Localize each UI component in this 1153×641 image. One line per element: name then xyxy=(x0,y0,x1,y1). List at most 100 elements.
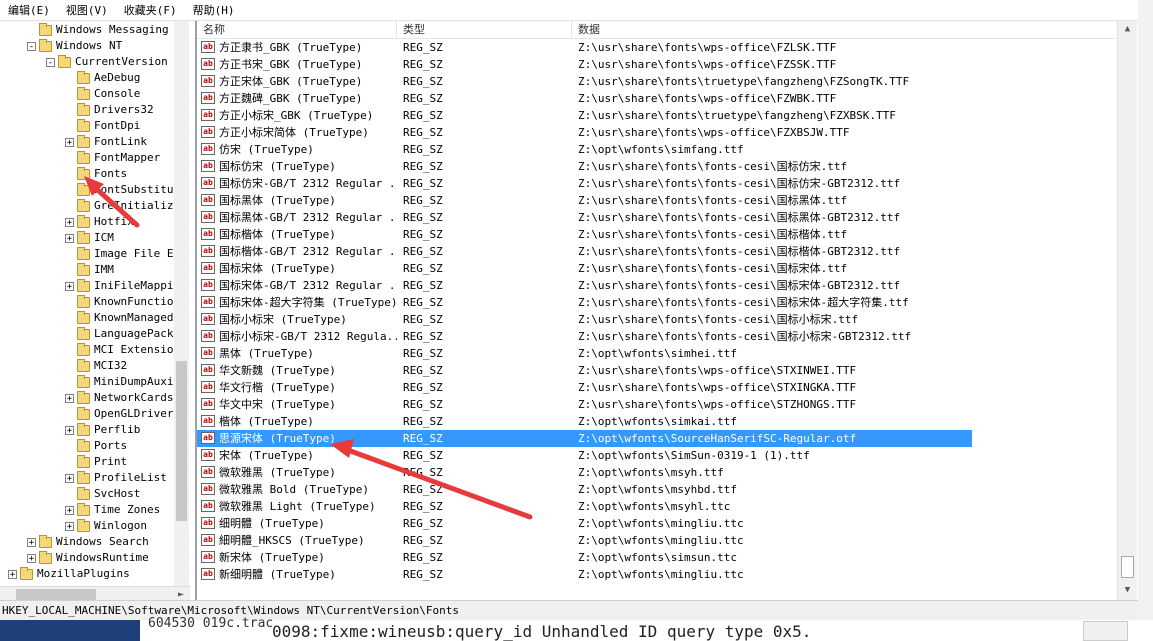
tree-item[interactable]: + Time Zones xyxy=(65,502,160,518)
tree-item[interactable]: MCI Extension xyxy=(65,342,180,358)
tree-item[interactable]: KnownFunction xyxy=(65,294,180,310)
expand-icon[interactable]: + xyxy=(65,281,74,291)
tree-item[interactable]: Image File Ex xyxy=(65,246,180,262)
tree-item[interactable]: SvcHost xyxy=(65,486,140,502)
tree-item[interactable]: GreInitializ xyxy=(65,198,173,214)
tree-item[interactable]: Console xyxy=(65,86,140,102)
value-row[interactable]: ab 国标宋体-超大字符集 (TrueType) REG_SZ Z:\usr\shar… xyxy=(197,294,972,311)
tree-item[interactable]: Drivers32 xyxy=(65,102,154,118)
expand-icon[interactable]: + xyxy=(65,473,74,483)
menu-edit[interactable]: 编辑(E) xyxy=(0,2,58,18)
tree-item[interactable]: + ProfileList xyxy=(65,470,167,486)
value-row[interactable]: ab 方正小标宋_GBK (TrueType) REG_SZ Z:\usr\share… xyxy=(197,107,972,124)
value-row[interactable]: ab 方正书宋_GBK (TrueType) REG_SZ Z:\usr\share\… xyxy=(197,56,972,73)
expand-icon[interactable]: + xyxy=(27,537,36,547)
column-data-header[interactable]: 数据 xyxy=(572,21,1117,38)
value-row[interactable]: ab 新宋体 (TrueType) REG_SZ Z:\opt\wfonts\sims… xyxy=(197,549,972,566)
value-row[interactable]: ab 方正宋体_GBK (TrueType) REG_SZ Z:\usr\share\… xyxy=(197,73,972,90)
tree-item[interactable]: - CurrentVersion xyxy=(46,54,168,70)
value-row[interactable]: ab 仿宋 (TrueType) REG_SZ Z:\opt\wfonts\simfa… xyxy=(197,141,972,158)
tree-item[interactable]: IMM xyxy=(65,262,114,278)
tree-item[interactable]: + FontLink xyxy=(65,134,147,150)
expand-icon[interactable]: + xyxy=(8,569,17,579)
expand-icon[interactable]: + xyxy=(65,137,74,147)
menu-help[interactable]: 帮助(H) xyxy=(185,2,243,18)
column-name-header[interactable]: 名称 xyxy=(197,21,397,38)
tree-item[interactable]: Windows Messaging S xyxy=(27,22,182,38)
list-scroll-thumb[interactable] xyxy=(1121,556,1134,578)
value-row[interactable]: ab 国标黑体 (TrueType) REG_SZ Z:\usr\share\font… xyxy=(197,192,972,209)
value-row[interactable]: ab 细明體 (TrueType) REG_SZ Z:\opt\wfonts\ming… xyxy=(197,515,972,532)
tree-item[interactable]: FontSubstitut xyxy=(65,182,180,198)
value-row[interactable]: ab 华文新魏 (TrueType) REG_SZ Z:\usr\share\font… xyxy=(197,362,972,379)
tree-item[interactable]: + Perflib xyxy=(65,422,140,438)
tree-item[interactable]: AeDebug xyxy=(65,70,140,86)
value-row[interactable]: ab 楷体 (TrueType) REG_SZ Z:\opt\wfonts\simka… xyxy=(197,413,972,430)
value-row[interactable]: ab 国标楷体 (TrueType) REG_SZ Z:\usr\share\font… xyxy=(197,226,972,243)
expand-icon[interactable]: + xyxy=(65,505,74,515)
scroll-up-icon[interactable]: ▲ xyxy=(1118,21,1137,38)
value-row[interactable]: ab 方正魏碑_GBK (TrueType) REG_SZ Z:\usr\share\… xyxy=(197,90,972,107)
value-name: 国标楷体-GB/T 2312 Regular ... xyxy=(219,245,397,258)
tree-item[interactable]: + ICM xyxy=(65,230,114,246)
value-row[interactable]: ab 国标宋体 (TrueType) REG_SZ Z:\usr\share\font… xyxy=(197,260,972,277)
value-row[interactable]: ab 新细明體 (TrueType) REG_SZ Z:\opt\wfonts\min… xyxy=(197,566,972,583)
value-row[interactable]: ab 方正隶书_GBK (TrueType) REG_SZ Z:\usr\share\… xyxy=(197,39,972,56)
tree-item[interactable]: FontDpi xyxy=(65,118,140,134)
expand-icon[interactable]: + xyxy=(27,553,36,563)
tree-item[interactable]: - Windows NT xyxy=(27,38,122,54)
value-row[interactable]: ab 国标仿宋-GB/T 2312 Regular ... REG_SZ Z:\usr… xyxy=(197,175,972,192)
menu-favorites[interactable]: 收藏夹(F) xyxy=(116,2,185,18)
tree-item[interactable]: MiniDumpAuxil xyxy=(65,374,180,390)
tree-item[interactable]: + NetworkCards xyxy=(65,390,173,406)
tree-item[interactable]: OpenGLDrivers xyxy=(65,406,180,422)
tree-item[interactable]: Fonts xyxy=(65,166,127,182)
expand-icon[interactable]: + xyxy=(65,233,74,243)
tree-item[interactable]: + Hotfix xyxy=(65,214,134,230)
value-row[interactable]: ab 国标黑体-GB/T 2312 Regular ... REG_SZ Z:\usr… xyxy=(197,209,972,226)
column-type-header[interactable]: 类型 xyxy=(397,21,572,38)
tree-item[interactable]: Print xyxy=(65,454,127,470)
value-row[interactable]: ab 思源宋体 (TrueType) REG_SZ Z:\opt\wfonts\Sou… xyxy=(197,430,972,447)
value-row[interactable]: ab 华文行楷 (TrueType) REG_SZ Z:\usr\share\font… xyxy=(197,379,972,396)
value-row[interactable]: ab 微软雅黑 Bold (TrueType) REG_SZ Z:\opt\wfont… xyxy=(197,481,972,498)
scroll-down-icon[interactable]: ▼ xyxy=(1118,582,1137,599)
value-row[interactable]: ab 国标小标宋-GB/T 2312 Regula... REG_SZ Z:\usr\… xyxy=(197,328,972,345)
tree-horizontal-scrollbar[interactable]: ► xyxy=(0,586,190,600)
menu-bar: 编辑(E) 视图(V) 收藏夹(F) 帮助(H) xyxy=(0,0,1138,21)
value-row[interactable]: ab 細明體_HKSCS (TrueType) REG_SZ Z:\opt\wfont… xyxy=(197,532,972,549)
expand-icon[interactable]: + xyxy=(65,393,74,403)
tree-item[interactable]: + IniFileMappin xyxy=(65,278,180,294)
value-row[interactable]: ab 国标仿宋 (TrueType) REG_SZ Z:\usr\share\font… xyxy=(197,158,972,175)
value-row[interactable]: ab 方正小标宋简体 (TrueType) REG_SZ Z:\usr\share\f… xyxy=(197,124,972,141)
collapse-icon[interactable]: - xyxy=(27,41,36,51)
tree-item[interactable]: + WindowsRuntime xyxy=(27,550,149,566)
tree-item[interactable]: FontMapper xyxy=(65,150,160,166)
string-value-icon: ab xyxy=(201,92,215,104)
tree-vertical-scrollbar[interactable] xyxy=(174,21,189,586)
tree-item[interactable]: MCI32 xyxy=(65,358,127,374)
tree-item[interactable]: + Winlogon xyxy=(65,518,147,534)
expand-icon[interactable]: + xyxy=(65,217,74,227)
value-row[interactable]: ab 国标楷体-GB/T 2312 Regular ... REG_SZ Z:\usr… xyxy=(197,243,972,260)
tree-scroll-thumb[interactable] xyxy=(176,361,187,521)
tree-item[interactable]: + Windows Search xyxy=(27,534,149,550)
value-row[interactable]: ab 华文中宋 (TrueType) REG_SZ Z:\usr\share\font… xyxy=(197,396,972,413)
collapse-icon[interactable]: - xyxy=(46,57,55,67)
tree-hscroll-thumb[interactable] xyxy=(16,589,96,600)
tree-item[interactable]: Ports xyxy=(65,438,127,454)
menu-view[interactable]: 视图(V) xyxy=(58,2,116,18)
value-row[interactable]: ab 宋体 (TrueType) REG_SZ Z:\opt\wfonts\SimSu… xyxy=(197,447,972,464)
value-row[interactable]: ab 黑体 (TrueType) REG_SZ Z:\opt\wfonts\simhe… xyxy=(197,345,972,362)
list-vertical-scrollbar[interactable]: ▲ ▼ xyxy=(1117,21,1137,600)
value-row[interactable]: ab 微软雅黑 Light (TrueType) REG_SZ Z:\opt\wfon… xyxy=(197,498,972,515)
expand-icon[interactable]: + xyxy=(65,425,74,435)
tree-item[interactable]: + MozillaPlugins xyxy=(8,566,130,582)
value-row[interactable]: ab 国标小标宋 (TrueType) REG_SZ Z:\usr\share\fon… xyxy=(197,311,972,328)
value-row[interactable]: ab 国标宋体-GB/T 2312 Regular ... REG_SZ Z:\usr… xyxy=(197,277,972,294)
tree-item[interactable]: LanguagePack xyxy=(65,326,173,342)
expand-icon[interactable]: + xyxy=(65,521,74,531)
value-row[interactable]: ab 微软雅黑 (TrueType) REG_SZ Z:\opt\wfonts\msy… xyxy=(197,464,972,481)
tree-item[interactable]: KnownManagedD xyxy=(65,310,180,326)
scroll-right-icon[interactable]: ► xyxy=(174,587,188,600)
